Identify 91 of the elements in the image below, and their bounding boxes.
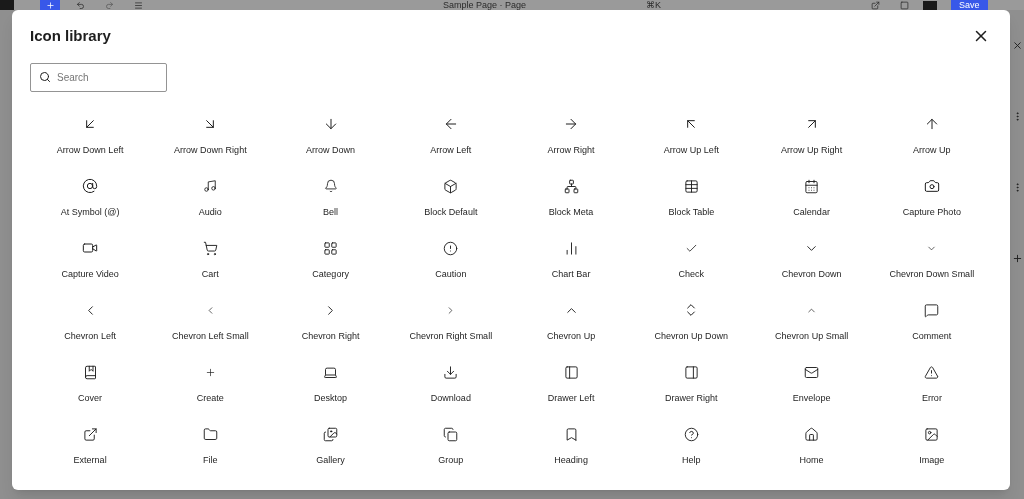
image-icon xyxy=(924,426,940,442)
camera-icon xyxy=(923,178,940,194)
music-note-icon xyxy=(203,179,218,193)
icon-option[interactable]: Caution xyxy=(390,236,511,290)
icon-option[interactable]: Comment xyxy=(871,298,992,352)
icon-option[interactable]: Drawer Right xyxy=(631,360,752,414)
icon-option[interactable]: Chevron Up Down xyxy=(631,298,752,352)
folder-icon xyxy=(202,426,218,442)
icon-option[interactable]: Arrow Down xyxy=(270,112,391,166)
icon-option[interactable]: Envelope xyxy=(751,360,872,414)
icon-option[interactable]: Category xyxy=(270,236,391,290)
icon-option[interactable]: External xyxy=(30,422,151,476)
icon-option[interactable]: Chevron Up Small xyxy=(751,298,872,352)
icon-option[interactable]: File xyxy=(150,422,271,476)
icon-option[interactable]: Error xyxy=(871,360,992,414)
icon-option[interactable]: Block Table xyxy=(631,174,752,228)
icon-option[interactable]: Heading xyxy=(511,422,632,476)
plus-icon[interactable] xyxy=(1011,253,1023,264)
bookmark-icon xyxy=(563,426,579,442)
icon-option[interactable]: Arrow Up Left xyxy=(631,112,752,166)
icon-option[interactable]: At Symbol (@) xyxy=(30,174,151,228)
icon-option[interactable]: Calendar xyxy=(751,174,872,228)
external-link-icon[interactable] xyxy=(871,0,881,10)
close-icon[interactable] xyxy=(1011,40,1023,51)
table-icon xyxy=(683,178,699,194)
icon-option[interactable]: Cover xyxy=(30,360,151,414)
icon-option[interactable]: Chevron Down xyxy=(751,236,872,290)
icon-option[interactable]: Check xyxy=(631,236,752,290)
shortcut-hint: ⌘K xyxy=(646,0,662,10)
icon-option[interactable]: Chevron Up xyxy=(511,298,632,352)
icon-option[interactable]: Create xyxy=(150,360,271,414)
icon-option[interactable]: Chevron Right xyxy=(270,298,391,352)
download-icon xyxy=(443,364,459,380)
icon-option[interactable]: Download xyxy=(390,360,511,414)
document-title[interactable]: Sample Page · Page xyxy=(443,0,527,10)
icon-option[interactable]: Arrow Right xyxy=(511,112,632,166)
icon-option[interactable]: Desktop xyxy=(270,360,391,414)
icon-option[interactable]: Arrow Down Left xyxy=(30,112,151,166)
icon-option[interactable]: Gallery xyxy=(270,422,391,476)
gallery-icon xyxy=(323,426,339,442)
cart-icon xyxy=(202,240,218,256)
icon-option[interactable]: Home xyxy=(751,422,872,476)
cover-icon xyxy=(82,364,98,380)
icon-option[interactable]: Arrow Up Right xyxy=(751,112,872,166)
video-camera-icon xyxy=(82,240,99,256)
icon-option[interactable]: Arrow Up xyxy=(871,112,992,166)
comment-icon xyxy=(924,302,940,318)
group-icon xyxy=(443,426,459,442)
icon-option[interactable]: Chevron Left Small xyxy=(150,298,271,352)
help-icon xyxy=(683,426,699,442)
envelope-icon xyxy=(804,364,820,380)
undo-icon[interactable] xyxy=(76,0,85,10)
icon-option[interactable]: Cart xyxy=(150,236,271,290)
icon-option[interactable]: Block Default xyxy=(390,174,511,228)
icon-option[interactable]: Capture Video xyxy=(30,236,151,290)
icon-option[interactable]: Capture Photo xyxy=(871,174,992,228)
dialog-title: Icon library xyxy=(30,25,111,46)
icon-option[interactable]: Arrow Down Right xyxy=(150,112,271,166)
warning-icon xyxy=(924,364,940,380)
search-icon xyxy=(39,71,51,83)
square-icon[interactable] xyxy=(900,0,910,10)
icon-option[interactable]: Arrow Left xyxy=(390,112,511,166)
icon-option[interactable]: Chevron Right Small xyxy=(390,298,511,352)
calendar-icon xyxy=(804,178,820,194)
plus-icon xyxy=(204,366,216,378)
list-view-icon[interactable] xyxy=(134,0,143,10)
bell-icon xyxy=(323,179,338,193)
icon-option[interactable]: Help xyxy=(631,422,752,476)
icon-option[interactable]: Bell xyxy=(270,174,391,228)
icon-option[interactable]: Image xyxy=(871,422,992,476)
icon-option[interactable]: Audio xyxy=(150,174,271,228)
panel-right-icon xyxy=(683,364,699,380)
icon-option[interactable]: Drawer Left xyxy=(511,360,632,414)
icon-option[interactable]: Group xyxy=(390,422,511,476)
block-icon xyxy=(443,178,459,194)
icon-option[interactable]: Chart Bar xyxy=(511,236,632,290)
add-block-button[interactable] xyxy=(40,0,60,10)
panel-left-icon xyxy=(563,364,579,380)
redo-icon[interactable] xyxy=(105,0,114,10)
save-button[interactable]: Save xyxy=(951,0,988,10)
at-sign-icon xyxy=(82,178,99,194)
bar-chart-icon xyxy=(563,240,579,256)
icon-option[interactable]: Chevron Down Small xyxy=(871,236,992,290)
caution-icon xyxy=(443,240,459,256)
home-icon xyxy=(804,426,820,442)
laptop-icon xyxy=(323,364,339,380)
search-field[interactable]: Search xyxy=(30,63,167,92)
category-grid-icon xyxy=(323,240,339,256)
icon-option[interactable]: Chevron Left xyxy=(30,298,151,352)
icon-option[interactable]: Block Meta xyxy=(511,174,632,228)
external-link-icon xyxy=(82,426,98,442)
